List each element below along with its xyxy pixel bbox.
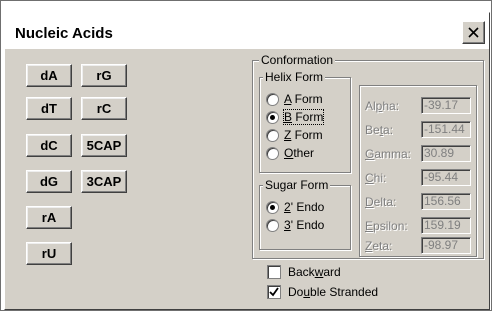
dA-button[interactable]: dA — [26, 64, 72, 87]
alpha-label: Alpha: — [365, 99, 400, 113]
radio-label: 3' Endo — [284, 218, 325, 232]
z-form-radio[interactable]: Z Form — [266, 128, 323, 142]
radio-label: Z Form — [284, 128, 323, 142]
checkmark-icon — [269, 287, 279, 297]
delta-field[interactable]: 156.56 — [421, 193, 471, 210]
rC-button[interactable]: rC — [81, 97, 127, 120]
conformation-group: Conformation Helix Form A Form B Form Z … — [252, 53, 484, 259]
chi-label: Chi: — [365, 171, 387, 185]
radio-indicator — [266, 146, 279, 160]
helix-form-group: Helix Form A Form B Form Z Form Other — [259, 70, 351, 173]
double-stranded-label: Double Stranded — [288, 285, 379, 299]
gamma-label: Gamma: — [365, 147, 412, 161]
dC-button[interactable]: dC — [26, 134, 72, 157]
radio-indicator — [266, 128, 279, 142]
zeta-label: Zeta: — [365, 239, 393, 253]
beta-field[interactable]: -151.44 — [421, 121, 471, 138]
radio-indicator — [266, 92, 279, 106]
radio-indicator — [266, 110, 279, 124]
delta-label: Delta: — [365, 195, 397, 209]
backward-checkbox[interactable]: Backward — [267, 265, 341, 279]
chi-field[interactable]: -95.44 — [421, 169, 471, 186]
rG-button[interactable]: rG — [81, 64, 127, 87]
epsilon-field[interactable]: 159.19 — [421, 217, 471, 234]
title-bar: Nucleic Acids — [5, 13, 489, 49]
a-form-radio[interactable]: A Form — [266, 92, 323, 106]
rU-button[interactable]: rU — [26, 242, 72, 265]
helix-form-legend: Helix Form — [263, 70, 326, 84]
beta-label: Beta: — [365, 123, 394, 137]
screenshot-frame: Nucleic Acids dA rG dT rC dC 5CAP dG 3CA… — [0, 0, 492, 311]
double-stranded-checkbox[interactable]: Double Stranded — [267, 285, 378, 299]
gamma-field[interactable]: 30.89 — [421, 145, 471, 162]
radio-indicator — [266, 218, 279, 232]
nucleic-acids-dialog: Nucleic Acids dA rG dT rC dC 5CAP dG 3CA… — [4, 12, 490, 310]
3cap-button[interactable]: 3CAP — [81, 170, 127, 193]
close-icon — [468, 27, 479, 38]
radio-label: 2' Endo — [284, 200, 325, 214]
5cap-button[interactable]: 5CAP — [81, 134, 127, 157]
checkbox-indicator — [267, 285, 281, 299]
rA-button[interactable]: rA — [26, 206, 72, 229]
close-button[interactable] — [462, 21, 485, 44]
sugar-form-legend: Sugar Form — [263, 178, 331, 192]
alpha-field[interactable]: -39.17 — [421, 97, 471, 114]
radio-label: Other — [284, 146, 315, 160]
radio-label: A Form — [284, 92, 323, 106]
zeta-field[interactable]: -98.97 — [421, 237, 471, 254]
other-form-radio[interactable]: Other — [266, 146, 314, 160]
radio-indicator — [266, 200, 279, 214]
2-endo-radio[interactable]: 2' Endo — [266, 200, 324, 214]
radio-label: B Form — [282, 109, 325, 125]
backward-label: Backward — [288, 265, 341, 279]
window-title: Nucleic Acids — [15, 25, 113, 42]
checkbox-indicator — [267, 265, 281, 279]
dG-button[interactable]: dG — [26, 170, 72, 193]
dT-button[interactable]: dT — [26, 97, 72, 120]
3-endo-radio[interactable]: 3' Endo — [266, 218, 324, 232]
sugar-form-group: Sugar Form 2' Endo 3' Endo — [259, 178, 351, 250]
epsilon-label: Epsilon: — [365, 219, 408, 233]
conformation-legend: Conformation — [259, 53, 336, 67]
b-form-radio[interactable]: B Form — [266, 109, 325, 125]
